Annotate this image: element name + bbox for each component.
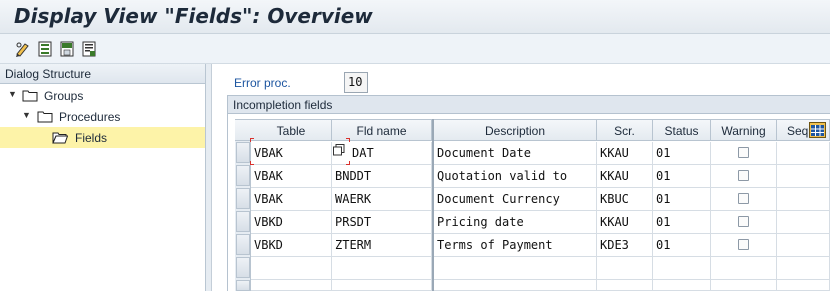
cell-field-name-text: DAT [352, 146, 374, 160]
empty-cell[interactable] [251, 280, 332, 291]
error-proc-label: Error proc. [234, 76, 291, 90]
cell-status[interactable]: 01 [653, 142, 711, 165]
cell-warning [711, 188, 777, 211]
empty-cell[interactable] [777, 257, 830, 280]
panel-splitter[interactable] [206, 64, 212, 291]
row-selector[interactable] [236, 142, 250, 163]
focus-marker [346, 138, 350, 142]
focus-marker [250, 138, 254, 142]
cell-screen[interactable]: KBUC [597, 188, 653, 211]
page-title: Display View "Fields": Overview [14, 4, 373, 28]
expand-arrow-icon[interactable]: ▼ [22, 110, 31, 120]
empty-cell[interactable] [434, 257, 597, 280]
cell-field-name[interactable]: BNDDT [332, 165, 432, 188]
cell-warning [711, 142, 777, 165]
cell-field-name[interactable]: WAERK [332, 188, 432, 211]
column-header-screen[interactable]: Scr. [597, 119, 653, 141]
tree-item-groups[interactable]: ▼ Groups [0, 86, 205, 106]
cell-status[interactable]: 01 [653, 165, 711, 188]
copy-icon[interactable] [333, 144, 345, 156]
cell-warning [711, 165, 777, 188]
cell-description[interactable]: Terms of Payment [434, 234, 597, 257]
cell-description[interactable]: Pricing date [434, 211, 597, 234]
cell-table[interactable]: VBAK [251, 188, 332, 211]
expand-arrow-icon[interactable]: ▼ [8, 89, 17, 99]
cell-screen[interactable]: KDE3 [597, 234, 653, 257]
warning-checkbox[interactable] [738, 193, 749, 204]
cell-status[interactable]: 01 [653, 211, 711, 234]
warning-checkbox[interactable] [738, 170, 749, 181]
empty-cell[interactable] [711, 280, 777, 291]
cell-table[interactable]: VBAK [251, 165, 332, 188]
row-selector[interactable] [236, 234, 250, 255]
cell-status[interactable]: 01 [653, 188, 711, 211]
empty-cell[interactable] [332, 257, 432, 280]
cell-table[interactable]: VBKD [251, 234, 332, 257]
cell-screen[interactable]: KKAU [597, 211, 653, 234]
cell-screen[interactable]: KKAU [597, 142, 653, 165]
warning-checkbox[interactable] [738, 147, 749, 158]
row-selector[interactable] [236, 280, 250, 291]
tree-item-label: Fields [75, 131, 108, 145]
tree-item-procedures[interactable]: ▼ Procedures [0, 107, 205, 127]
empty-cell[interactable] [251, 257, 332, 280]
row-selector[interactable] [236, 188, 250, 209]
empty-cell[interactable] [711, 257, 777, 280]
cell-status[interactable]: 01 [653, 234, 711, 257]
cell-warning [711, 211, 777, 234]
cell-table[interactable]: VBKD [251, 211, 332, 234]
incompletion-table: Table Fld name Description Scr. Status W… [235, 119, 830, 291]
document-save-icon[interactable] [58, 40, 76, 58]
column-header-status[interactable]: Status [653, 119, 711, 141]
tree-item-label: Procedures [59, 110, 121, 124]
empty-cell[interactable] [653, 257, 711, 280]
cell-sequence[interactable] [777, 142, 830, 165]
cell-warning [711, 234, 777, 257]
error-proc-field[interactable]: 10 [344, 72, 368, 93]
empty-cell[interactable] [597, 257, 653, 280]
row-selector[interactable] [236, 257, 250, 278]
select-all-button[interactable] [235, 119, 251, 141]
tree-item-fields[interactable]: Fields [0, 128, 205, 148]
column-header-warning[interactable]: Warning [711, 119, 777, 141]
edit-pencil-icon[interactable] [14, 40, 32, 58]
empty-cell[interactable] [777, 280, 830, 291]
folder-icon [22, 90, 38, 102]
cell-sequence[interactable] [777, 234, 830, 257]
row-selector[interactable] [236, 211, 250, 232]
column-header-table[interactable]: Table [251, 119, 332, 141]
title-bar: Display View "Fields": Overview [0, 0, 830, 34]
document-detail-icon[interactable] [80, 40, 98, 58]
cell-description[interactable]: Document Currency [434, 188, 597, 211]
warning-checkbox[interactable] [738, 239, 749, 250]
group-title: Incompletion fields [228, 96, 830, 114]
warning-checkbox[interactable] [738, 216, 749, 227]
cell-field-name[interactable]: ZTERM [332, 234, 432, 257]
empty-cell[interactable] [332, 280, 432, 291]
cell-field-name[interactable]: PRSDT [332, 211, 432, 234]
empty-cell[interactable] [597, 280, 653, 291]
cell-sequence[interactable] [777, 165, 830, 188]
dialog-structure-header: Dialog Structure [0, 64, 205, 84]
cell-description[interactable]: Quotation valid to [434, 165, 597, 188]
tree-item-label: Groups [44, 89, 84, 103]
application-toolbar [0, 34, 830, 64]
cell-sequence[interactable] [777, 188, 830, 211]
folder-icon [37, 111, 53, 123]
row-selector-column [235, 119, 251, 291]
cell-sequence[interactable] [777, 211, 830, 234]
document-list-icon[interactable] [36, 40, 54, 58]
empty-cell[interactable] [434, 280, 597, 291]
column-header-description[interactable]: Description [434, 119, 597, 141]
cell-screen[interactable]: KKAU [597, 165, 653, 188]
empty-cell[interactable] [653, 280, 711, 291]
dialog-structure-panel: Dialog Structure ▼ Groups ▼ Procedures F… [0, 64, 206, 291]
cell-table[interactable]: VBAK [251, 142, 332, 165]
row-selector[interactable] [236, 165, 250, 186]
cell-description[interactable]: Document Date [434, 142, 597, 165]
table-settings-icon[interactable] [809, 122, 826, 138]
open-folder-icon [52, 132, 68, 144]
